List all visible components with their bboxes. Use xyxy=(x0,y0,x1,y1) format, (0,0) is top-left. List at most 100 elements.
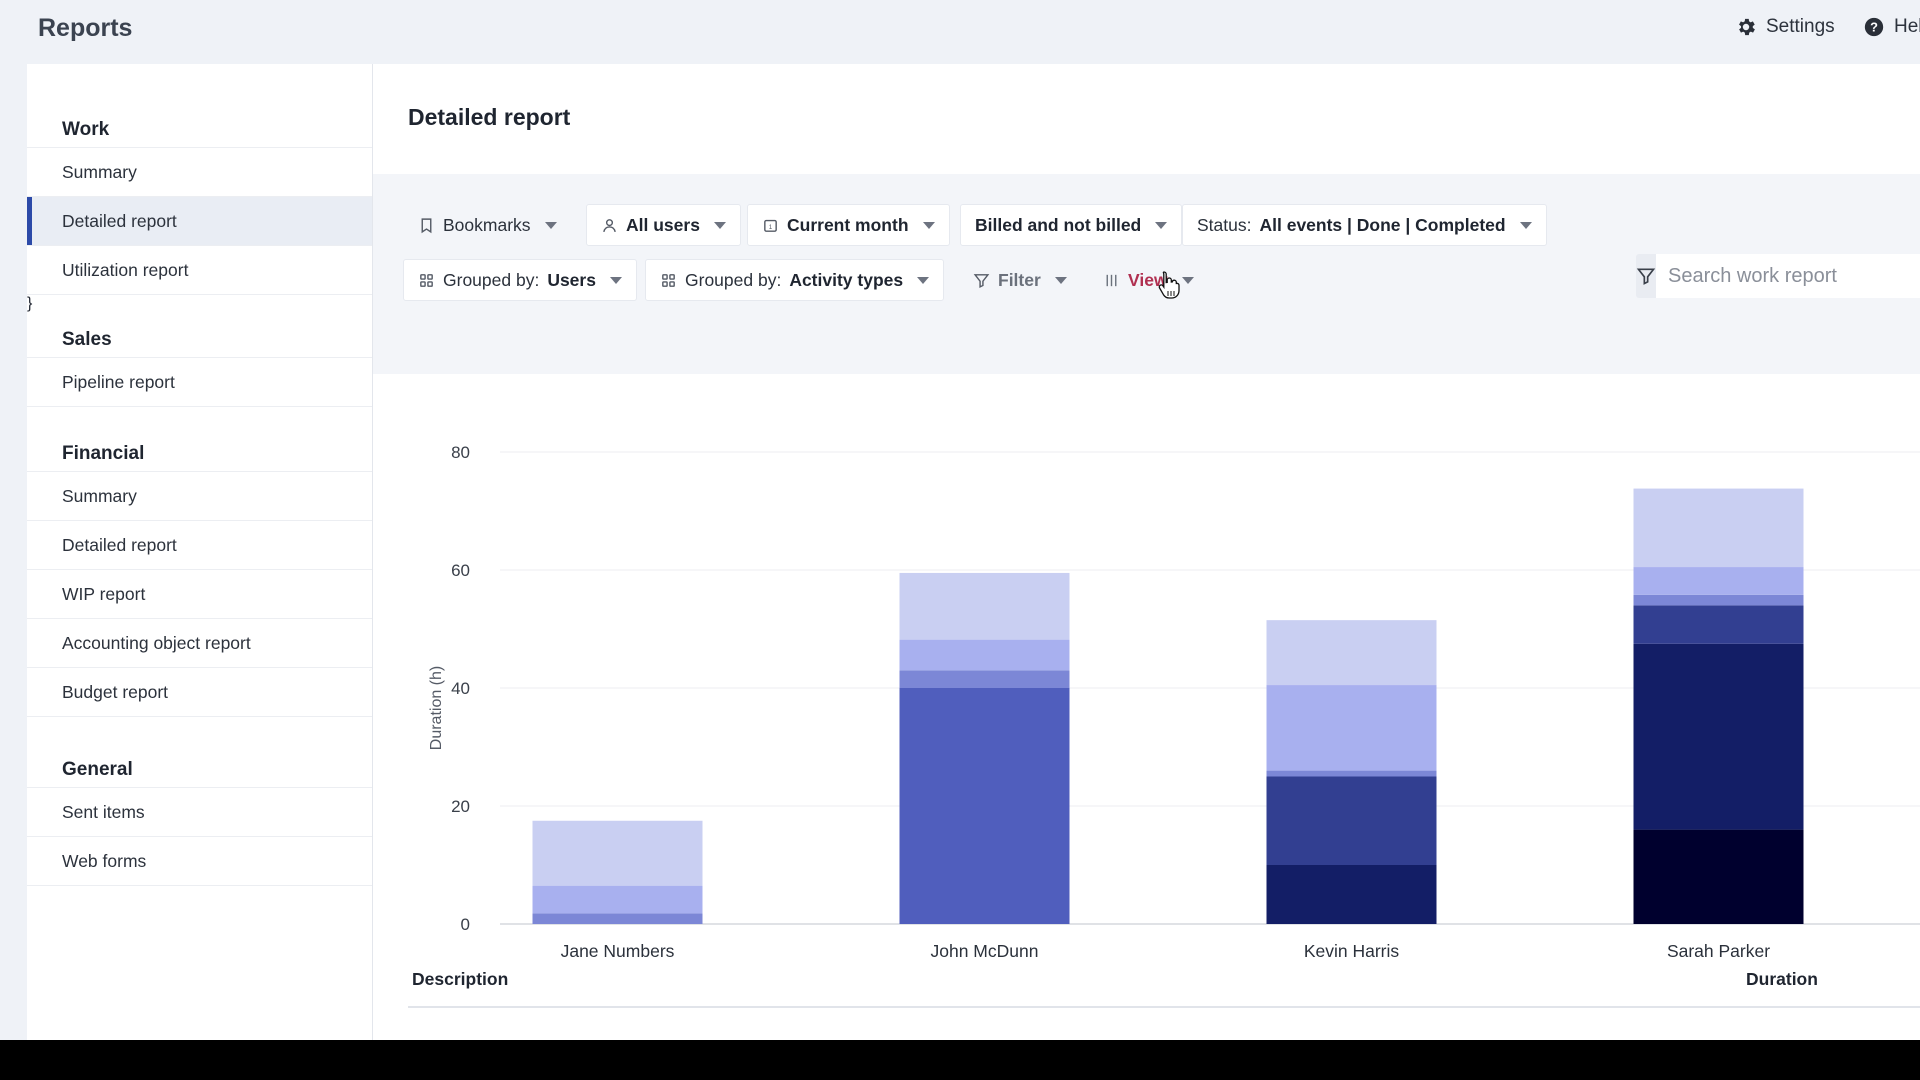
sidebar-item-web-forms[interactable]: Web forms xyxy=(27,837,372,886)
bar-segment xyxy=(899,670,1070,688)
grid-icon xyxy=(662,273,675,287)
view-dropdown[interactable]: View xyxy=(1088,259,1209,301)
chevron-down-icon xyxy=(609,276,622,284)
page-title: Detailed report xyxy=(408,104,571,130)
group-by-prefix: Grouped by: xyxy=(443,269,540,290)
sidebar-section-sales: Sales Pipeline report xyxy=(27,304,372,407)
bookmark-icon xyxy=(421,217,432,233)
sidebar-section-financial: Financial Summary Detailed report WIP re… xyxy=(27,418,372,717)
sidebar-item-financial-summary[interactable]: Summary xyxy=(27,472,372,521)
bar-segment xyxy=(1633,488,1804,568)
chevron-down-icon xyxy=(544,221,557,229)
sidebar-item-pipeline-report[interactable]: Pipeline report xyxy=(27,358,372,407)
funnel-icon xyxy=(1636,268,1656,285)
y-tick-label: 80 xyxy=(451,443,470,462)
bar-segment xyxy=(1633,829,1804,924)
svg-text:1: 1 xyxy=(769,224,773,231)
y-tick-label: 60 xyxy=(451,561,470,580)
sidebar-heading: Work xyxy=(27,94,372,148)
sidebar-item-work-summary[interactable]: Summary xyxy=(27,148,372,197)
filter-dropdown[interactable]: Filter xyxy=(958,259,1082,301)
settings-label: Settings xyxy=(1766,16,1835,37)
chevron-down-icon xyxy=(922,221,935,229)
settings-button[interactable]: Settings xyxy=(1735,16,1835,38)
bar-segment xyxy=(1266,620,1437,686)
app-title: Reports xyxy=(38,14,133,42)
billing-label: Billed and not billed xyxy=(975,214,1142,235)
grid-icon xyxy=(420,273,433,287)
bottom-bar xyxy=(0,1040,1920,1080)
sidebar-section-general: General Sent items Web forms xyxy=(27,734,372,886)
bar-segment xyxy=(1633,594,1804,606)
column-header-description[interactable]: Description xyxy=(412,969,508,990)
sidebar-section-work: Work Summary Detailed report Utilization… xyxy=(27,94,372,313)
gear-icon xyxy=(1739,18,1755,36)
x-tick-label: Kevin Harris xyxy=(1304,941,1400,961)
chevron-down-icon xyxy=(917,276,930,284)
help-button[interactable]: ? Hel xyxy=(1863,16,1920,38)
group-by-value: Activity types xyxy=(789,269,904,290)
help-label: Hel xyxy=(1894,16,1920,37)
group-by-users-dropdown[interactable]: Grouped by: Users xyxy=(403,259,637,301)
bar-segment xyxy=(1266,770,1437,777)
sidebar-item-accounting-object-report[interactable]: Accounting object report xyxy=(27,619,372,668)
bookmarks-dropdown[interactable]: Bookmarks xyxy=(403,204,572,246)
top-bar: Reports Settings ? Hel xyxy=(0,0,1920,64)
chevron-down-icon xyxy=(713,221,726,229)
sidebar-item-sent-items[interactable]: Sent items xyxy=(27,788,372,837)
search-input[interactable] xyxy=(1656,254,1920,298)
x-tick-label: Jane Numbers xyxy=(561,941,675,961)
bar-segment xyxy=(532,913,703,924)
sidebar-heading: Sales xyxy=(27,304,372,358)
y-tick-label: 20 xyxy=(451,797,470,816)
funnel-icon xyxy=(973,273,990,288)
bar-segment xyxy=(1633,605,1804,644)
sidebar-item-financial-detailed-report[interactable]: Detailed report xyxy=(27,521,372,570)
calendar-icon: 1 xyxy=(764,219,777,232)
sidebar-heading: Financial xyxy=(27,418,372,472)
billing-dropdown[interactable]: Billed and not billed xyxy=(960,204,1183,246)
y-tick-label: 40 xyxy=(451,679,470,698)
sidebar-item-work-detailed-report[interactable]: Detailed report xyxy=(27,197,372,246)
user-icon xyxy=(603,218,616,232)
period-label: Current month xyxy=(787,214,909,235)
status-dropdown[interactable]: Status: All events | Done | Completed xyxy=(1182,204,1547,246)
sidebar-heading: General xyxy=(27,734,372,788)
duration-chart: 0 20 40 60 80 Duration (h) Jane Numbers John Mc… xyxy=(373,384,1920,984)
sidebar: Work Summary Detailed report Utilization… xyxy=(27,64,373,1040)
bar-segment xyxy=(532,885,703,914)
users-dropdown[interactable]: All users xyxy=(586,204,741,246)
chevron-down-icon xyxy=(1519,221,1532,229)
x-tick-label: Sarah Parker xyxy=(1667,941,1770,961)
hand-cursor-icon xyxy=(1158,271,1180,299)
y-axis-label: Duration (h) xyxy=(428,666,445,750)
filter-label: Filter xyxy=(998,269,1041,290)
bookmarks-label: Bookmarks xyxy=(443,214,531,235)
search-box xyxy=(1636,254,1920,298)
sidebar-item-wip-report[interactable]: WIP report xyxy=(27,570,372,619)
bar-segment xyxy=(899,688,1070,924)
bar-segment xyxy=(1266,685,1437,771)
bar-segment xyxy=(899,639,1070,671)
x-tick-label: John McDunn xyxy=(931,941,1039,961)
bar-segment xyxy=(1633,567,1804,595)
sidebar-item-utilization-report[interactable]: Utilization report xyxy=(27,246,372,295)
table-divider xyxy=(408,1006,1920,1008)
bar-segment xyxy=(1633,643,1804,830)
period-dropdown[interactable]: 1 Current month xyxy=(747,204,950,246)
sidebar-item-budget-report[interactable]: Budget report xyxy=(27,668,372,717)
chevron-down-icon xyxy=(1054,276,1067,284)
search-filter-button[interactable] xyxy=(1636,254,1656,298)
bar-segment xyxy=(1266,776,1437,865)
group-by-prefix: Grouped by: xyxy=(685,269,782,290)
users-label: All users xyxy=(626,214,700,235)
svg-text:?: ? xyxy=(1870,20,1878,35)
column-header-duration[interactable]: Duration xyxy=(1746,969,1818,990)
filter-bar: Bookmarks All users 1 Current month Bill… xyxy=(373,174,1920,374)
help-icon: ? xyxy=(1864,17,1884,37)
bar-segment xyxy=(1266,865,1437,924)
chevron-down-icon xyxy=(1181,276,1194,284)
group-by-activity-dropdown[interactable]: Grouped by: Activity types xyxy=(645,259,945,301)
status-prefix: Status: xyxy=(1197,214,1252,235)
group-by-value: Users xyxy=(547,269,596,290)
